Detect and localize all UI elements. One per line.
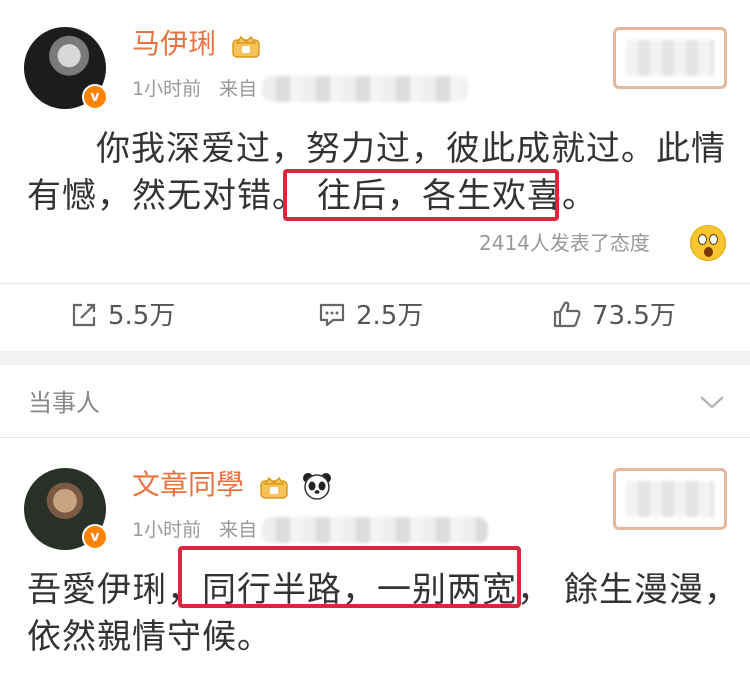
verified-badge-icon: v [82,84,108,110]
repost-count[interactable]: 5.5万 [108,301,175,331]
post2-meta: 1小时前 来自 [132,518,257,542]
post2-text-line2: 依然親情守候。 [27,617,272,657]
post1-source-prefix: 来自 [219,78,258,100]
repost-icon [72,303,96,327]
chevron-down-icon[interactable] [698,392,726,412]
like-count[interactable]: 73.5万 [592,301,676,331]
verified-badge-icon: v [82,524,108,550]
post2-username-text[interactable]: 文章同學 [132,468,244,501]
post1-meta: 1小时前 来自 [132,77,257,101]
post1-time: 1小时前 [132,78,202,100]
section-title: 当事人 [28,389,100,417]
post1-text-line1: 你我深爱过，努力过，彼此成就过。此情 [96,129,726,169]
comment-icon [319,303,345,327]
repost-button[interactable]: 5.5万 [70,299,175,333]
highlight-box-2 [178,546,521,608]
post2-source-blurred [262,517,488,543]
post2-username[interactable]: 文章同學 [132,469,332,501]
comment-button[interactable]: 2.5万 [318,299,423,333]
crown-member-icon [260,476,288,499]
post1-source-blurred [262,76,468,102]
highlight-box-1 [283,169,559,221]
post1-username[interactable]: 马伊琍 [132,28,261,60]
post1-username-text[interactable]: 马伊琍 [132,27,216,60]
thumbs-up-icon [553,301,581,328]
post2-follow-button[interactable] [613,468,727,530]
post1-text-line2-a: 有憾，然无对错。 [27,176,307,216]
comment-count[interactable]: 2.5万 [356,301,423,331]
post1-follow-button[interactable] [613,27,727,89]
wow-emoji-icon[interactable] [690,225,726,261]
divider [0,283,750,284]
like-button[interactable]: 73.5万 [552,299,676,333]
divider [0,437,750,438]
post2-time: 1小时前 [132,519,202,541]
post2-text-line1-c: 餘生漫漫， [564,570,739,610]
post2-text-line1-a: 吾愛伊琍， [27,570,202,610]
crown-member-icon [232,35,260,58]
post2-source-prefix: 来自 [219,519,258,541]
section-gap [0,351,750,365]
attitude-count[interactable]: 2414人发表了态度 [479,229,650,257]
panda-icon [302,473,331,500]
